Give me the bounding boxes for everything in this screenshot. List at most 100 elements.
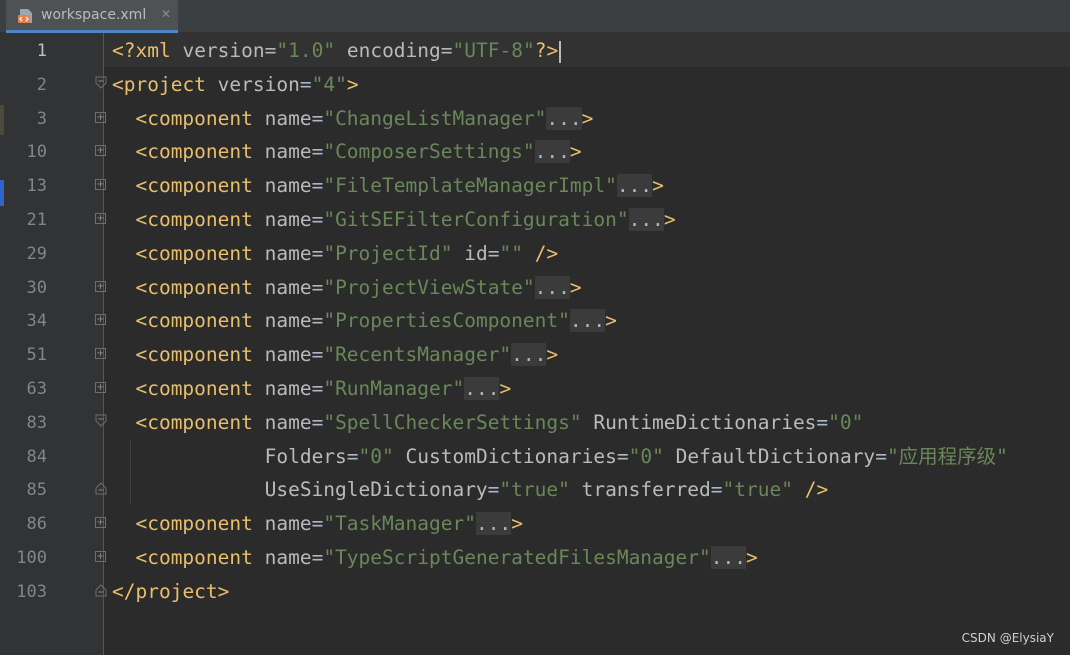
fold-expand-icon[interactable]: + [95,517,106,529]
code-line[interactable]: 2 <project version="4"> [0,68,1070,102]
code-line[interactable]: 103 </project> [0,575,1070,609]
code-line[interactable]: 83 <component name="SpellCheckerSettings"… [0,406,1070,440]
line-number: 13 [26,176,47,197]
code-token: /> [534,241,559,265]
code-token: > [499,377,512,400]
code-token: > [546,343,559,367]
fold-end-icon[interactable] [95,481,107,495]
code-text: <component name="ProjectViewState"...> [135,271,582,305]
code-token: = [311,106,324,130]
fold-expand-icon[interactable]: + [95,551,106,562]
folded-region-placeholder[interactable]: ... [464,377,500,400]
close-icon[interactable]: ✕ [161,7,171,21]
code-token: "应用程序级" [886,444,1008,468]
code-token: "RunManager" [323,377,465,400]
code-line[interactable]: 63 + <component name="RunManager"...> [0,372,1070,406]
folded-region-placeholder[interactable]: ... [534,275,570,299]
code-token: > [511,512,523,536]
code-line[interactable]: 1 <?xml version="1.0" encoding="UTF-8"?> [0,34,1070,68]
code-line[interactable]: 51 + <component name="RecentsManager"...> [0,338,1070,372]
text-caret [559,40,562,63]
code-token: encoding [346,39,441,62]
line-number: 34 [26,311,47,332]
fold-expand-icon[interactable]: + [95,280,106,292]
code-token: "0" [628,444,664,468]
code-token: "TaskManager" [323,512,476,536]
code-token: name [264,174,312,198]
fold-collapse-icon[interactable] [95,414,107,427]
line-number: 3 [36,108,47,129]
code-token: "1.0" [276,39,336,62]
code-token: <component [135,106,265,130]
code-token: UseSingleDictionary [264,478,488,502]
line-number: 1 [36,41,47,61]
code-line[interactable]: 29 <component name="ProjectId" id="" /> [0,237,1070,271]
fold-expand-icon[interactable]: + [95,382,106,393]
line-number: 29 [26,243,47,264]
fold-expand-icon[interactable]: + [95,213,106,224]
fold-expand-icon[interactable]: + [95,314,106,326]
code-token: = [816,410,829,434]
folded-region-placeholder[interactable]: ... [534,140,570,164]
code-token: > [346,72,359,96]
code-line[interactable]: 100 + <component name="TypeScriptGenerated… [0,541,1070,575]
code-token: version [182,39,265,62]
code-token: > [605,309,617,333]
code-token: = [311,140,324,164]
folded-region-placeholder[interactable]: ... [511,343,547,367]
code-line[interactable]: 34 + <component name="PropertiesComponent"… [0,304,1070,338]
code-line[interactable]: 13 + <component name="FileTemplateManagerI… [0,169,1070,203]
code-token: = [311,174,324,198]
code-token: > [569,275,582,299]
code-text: <component name="FileTemplateManagerImpl… [135,169,664,203]
fold-expand-icon[interactable]: + [95,348,106,360]
code-token: "ChangeListManager" [323,106,547,130]
line-number: 63 [26,379,47,399]
code-text: <component name="RunManager"...> [135,372,511,406]
line-number: 30 [26,277,47,298]
code-token: > [745,546,758,569]
code-line[interactable]: 85 UseSingleDictionary="true" transferred… [0,473,1070,507]
code-text: <component name="GitSEFilterConfiguratio… [135,203,676,237]
line-number: 84 [26,446,47,467]
code-line[interactable]: 86 + <component name="TaskManager"...> [0,507,1070,541]
folded-region-placeholder[interactable]: ... [546,106,582,130]
code-line[interactable]: 84 Folders="0" CustomDictionaries="0" Def… [0,440,1070,474]
folded-region-placeholder[interactable]: ... [475,512,512,536]
line-number: 51 [26,345,47,366]
code-token: <component [135,140,265,164]
fold-collapse-icon[interactable] [95,76,107,89]
folded-region-placeholder[interactable]: ... [616,174,653,198]
line-number: 21 [26,210,47,230]
code-token: "ProjectId" [323,241,453,265]
code-line[interactable]: 30 + <component name="ProjectViewState"...… [0,271,1070,305]
code-token: "0" [828,410,864,434]
code-line[interactable]: 10 + <component name="ComposerSettings"...… [0,135,1070,169]
fold-expand-icon[interactable]: + [95,111,106,123]
code-line[interactable]: 21 + <component name="GitSEFilterConfigura… [0,203,1070,237]
fold-expand-icon[interactable]: + [95,145,106,157]
code-token: name [264,106,312,130]
code-line[interactable]: 3 + <component name="ChangeListManager"...… [0,102,1070,136]
folded-region-placeholder[interactable]: ... [628,208,664,231]
line-number: 85 [26,480,47,501]
code-token: = [264,39,277,62]
folded-region-placeholder[interactable]: ... [569,309,606,333]
fold-expand-icon[interactable]: + [95,179,106,191]
code-token: = [311,208,324,231]
code-token: <component [135,208,265,231]
fold-end-icon[interactable] [95,583,107,597]
folded-region-placeholder[interactable]: ... [710,546,746,569]
code-token: = [616,444,629,468]
code-token: ?> [534,39,559,62]
code-text: <component name="TaskManager"...> [135,507,523,541]
tab-workspace-xml[interactable]: workspace.xml ✕ [6,0,178,33]
code-token: </project> [112,579,230,603]
